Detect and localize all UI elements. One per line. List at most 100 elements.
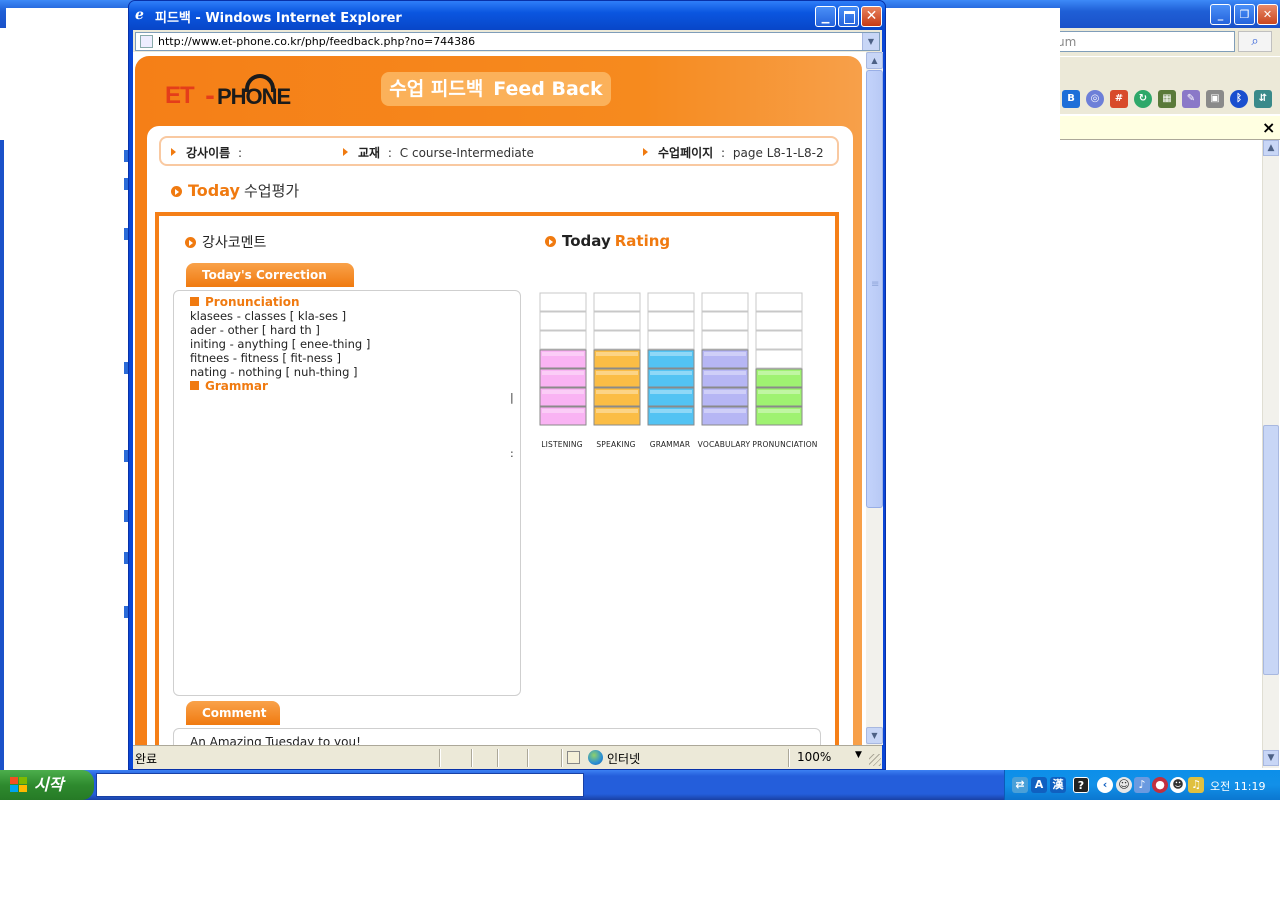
rating-cell-highlight <box>596 409 638 413</box>
scroll-thumb[interactable] <box>1263 425 1279 675</box>
textbook-value: C course-Intermediate <box>399 146 534 160</box>
text-mark: | <box>510 391 514 404</box>
chevron-down-icon[interactable]: ▼ <box>862 33 879 50</box>
scroll-down-icon[interactable]: ▼ <box>1263 750 1279 766</box>
scroll-up-icon[interactable]: ▲ <box>866 52 883 69</box>
search-icon[interactable]: ⌕ <box>1238 31 1272 52</box>
content-panel: 강사이름 : 교재 : C course-Intermediate 수업페이지 … <box>147 126 853 745</box>
minimize-icon[interactable]: ▁ <box>815 6 836 27</box>
refresh-icon[interactable]: ↻ <box>1134 90 1152 108</box>
rating-cell-highlight <box>542 352 584 356</box>
comment-box[interactable]: An Amazing Tuesday to you! <box>173 728 821 745</box>
feedback-page: ET - PHONE 수업 피드백 Feed Back 강사이름 : 교재: … <box>133 52 866 745</box>
maximize-icon[interactable] <box>838 6 859 27</box>
minimize-icon[interactable]: _ <box>1210 4 1231 25</box>
desktop: _ ❐ ✕ um ⌕ B ◎ # ↻ ▦ ✎ ▣ ᛒ ⇵ × ▲ ▼ ℯ 피드백… <box>0 0 1280 900</box>
bb-icon[interactable]: B <box>1062 90 1080 108</box>
correction-line: ader - other [ hard th ] <box>190 323 320 337</box>
start-label: 시작 <box>34 775 64 794</box>
page-title-english: Feed Back <box>493 78 603 100</box>
help-icon[interactable]: ? <box>1073 777 1089 793</box>
rating-cell-listening-7 <box>539 292 587 312</box>
rating-cell-highlight <box>542 371 584 375</box>
taskbar-window-item[interactable] <box>96 773 584 797</box>
rating-cell-highlight <box>596 352 638 356</box>
url-text: http://www.et-phone.co.kr/php/feedback.p… <box>158 35 476 48</box>
rating-cell-highlight <box>704 409 746 413</box>
rating-cell-highlight <box>704 352 746 356</box>
pronunciation-heading: Pronunciation <box>190 295 300 309</box>
teacher-comment-heading: 강사코멘트 <box>185 232 266 252</box>
popup-vertical-scrollbar[interactable]: ▲ ▼ <box>866 52 883 745</box>
disc-icon[interactable]: ◎ <box>1086 90 1104 108</box>
chevron-down-icon[interactable]: ▼ <box>855 750 862 760</box>
arrow-left-icon[interactable]: ‹ <box>1097 777 1113 793</box>
et-phone-logo: ET - PHONE <box>165 74 305 112</box>
ime-a-icon[interactable]: A <box>1031 777 1047 793</box>
textbook-field: 교재 : C course-Intermediate <box>343 144 534 161</box>
comment-tab: Comment <box>186 701 280 725</box>
background-vertical-scrollbar[interactable]: ▲ ▼ <box>1262 140 1279 768</box>
circle-arrow-icon <box>545 236 556 247</box>
rating-cell-highlight <box>650 390 692 394</box>
correction-box[interactable]: Pronunciation klasees - classes [ kla-se… <box>173 290 521 696</box>
rating-label-vocabulary: VOCABULARY <box>697 440 751 449</box>
rating-cell-highlight <box>542 409 584 413</box>
resize-grip[interactable] <box>869 754 881 766</box>
rating-cell-grammar-6 <box>647 311 695 331</box>
chat-icon[interactable]: ☻ <box>1170 777 1186 793</box>
search-input[interactable]: um <box>1050 31 1235 52</box>
rating-cell-speaking-5 <box>593 330 641 350</box>
rating-cell-pronunciation-7 <box>755 292 803 312</box>
arrow-right-icon <box>343 148 348 156</box>
correction-line: nating - nothing [ nuh-thing ] <box>190 365 358 379</box>
scroll-down-icon[interactable]: ▼ <box>866 727 883 744</box>
arrow-right-icon <box>171 148 176 156</box>
ie-icon: ℯ <box>135 7 144 23</box>
rating-cell-highlight <box>758 371 800 375</box>
rating-cell-listening-5 <box>539 330 587 350</box>
rating-cell-highlight <box>704 390 746 394</box>
protected-mode-icon[interactable] <box>567 751 580 764</box>
globe-icon <box>588 750 603 765</box>
calendar-icon[interactable]: # <box>1110 90 1128 108</box>
tool-icon[interactable]: ✎ <box>1182 90 1200 108</box>
address-input[interactable]: http://www.et-phone.co.kr/php/feedback.p… <box>135 32 880 51</box>
sound-icon[interactable]: ♫ <box>1188 777 1204 793</box>
messenger-icon[interactable]: ☺ <box>1116 777 1132 793</box>
close-icon[interactable]: ✕ <box>861 6 882 27</box>
rating-cell-highlight <box>758 390 800 394</box>
bluetooth-icon[interactable]: ᛒ <box>1230 90 1248 108</box>
security-zone[interactable]: 인터넷 <box>607 750 640 767</box>
rating-label-pronunciation: PRONUNCIATION <box>752 440 818 449</box>
infobar-close-icon[interactable]: × <box>1262 118 1275 137</box>
correction-list: klasees - classes [ kla-ses ] ader - oth… <box>190 309 370 379</box>
page-viewport: ET - PHONE 수업 피드백 Feed Back 강사이름 : 교재: … <box>133 52 866 745</box>
information-bar[interactable] <box>1060 116 1280 140</box>
lesson-page-value: page L8-1-L8-2 <box>732 146 824 160</box>
windows-logo-icon <box>10 777 28 793</box>
popup-title: 피드백 - Windows Internet Explorer <box>155 11 402 26</box>
network-icon[interactable]: ⇄ <box>1012 777 1028 793</box>
rating-cell-highlight <box>596 390 638 394</box>
start-button[interactable]: 시작 <box>0 770 94 800</box>
class-info-bar: 강사이름 : 교재 : C course-Intermediate 수업페이지 … <box>159 136 839 166</box>
volume-icon[interactable]: ♪ <box>1134 777 1150 793</box>
close-icon[interactable]: ✕ <box>1257 4 1278 25</box>
network-toolbar-icon[interactable]: ⇵ <box>1254 90 1272 108</box>
rating-cell-pronunciation-5 <box>755 330 803 350</box>
hanja-icon[interactable]: 漢 <box>1050 777 1066 793</box>
antivirus-icon[interactable]: ● <box>1152 777 1168 793</box>
scroll-thumb[interactable] <box>866 70 883 508</box>
teacher-name-field: 강사이름 : <box>171 144 246 161</box>
zoom-level[interactable]: 100% <box>797 750 831 764</box>
scroll-up-icon[interactable]: ▲ <box>1263 140 1279 156</box>
rating-cell-pronunciation-4 <box>755 349 803 369</box>
image-icon[interactable]: ▦ <box>1158 90 1176 108</box>
rating-cell-highlight <box>650 352 692 356</box>
evaluation-box: 강사코멘트 Today's Correction Pronunciation k… <box>155 212 839 745</box>
bag-icon[interactable]: ▣ <box>1206 90 1224 108</box>
popup-titlebar[interactable]: ℯ 피드백 - Windows Internet Explorer ▁ ✕ <box>129 1 885 30</box>
restore-icon[interactable]: ❐ <box>1234 4 1255 25</box>
lesson-page-field: 수업페이지 : page L8-1-L8-2 <box>643 144 824 161</box>
